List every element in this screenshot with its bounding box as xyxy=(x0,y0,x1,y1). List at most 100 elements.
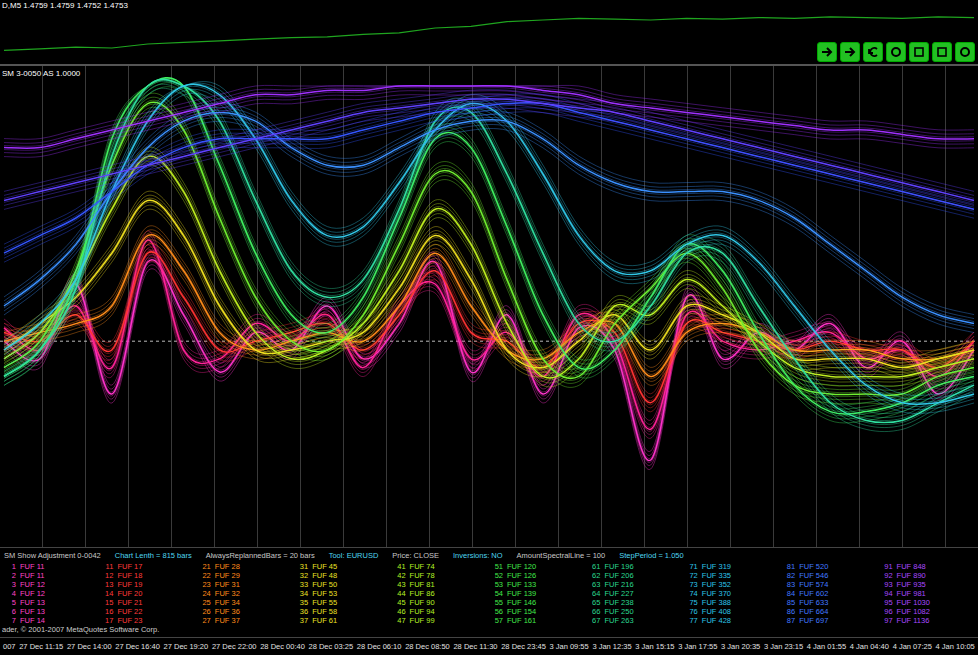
legend-group: 71FUF 31972FUF 33573FUF 35274FUF 37075FU… xyxy=(684,562,781,625)
series-band-line xyxy=(4,195,974,363)
time-label: 3 Jan 09:55 xyxy=(550,642,589,651)
series-band-line xyxy=(4,88,974,431)
legend-row: 51FUF 120 xyxy=(489,562,586,571)
toolbar-button[interactable] xyxy=(817,42,837,62)
legend-row: 41FUF 74 xyxy=(392,562,489,571)
series-band-line xyxy=(4,269,974,470)
series-band-line xyxy=(4,93,974,413)
legend-row: 65FUF 238 xyxy=(586,598,683,607)
series-line xyxy=(4,84,974,404)
legend-row: 4FUF 12 xyxy=(2,589,99,598)
legend-row: 15FUF 21 xyxy=(99,598,196,607)
legend-row: 21FUF 28 xyxy=(197,562,294,571)
legend-row: 61FUF 196 xyxy=(586,562,683,571)
legend-row: 1FUF 11 xyxy=(2,562,99,571)
legend-row: 71FUF 319 xyxy=(684,562,781,571)
legend-row: 22FUF 29 xyxy=(197,571,294,580)
toolbar-button[interactable] xyxy=(840,42,860,62)
legend-row: 96FUF 1082 xyxy=(879,607,976,616)
series-line xyxy=(4,112,974,323)
legend-group: 11FUF 1712FUF 1813FUF 1914FUF 2015FUF 21… xyxy=(99,562,196,625)
legend: 1FUF 112FUF 113FUF 124FUF 125FUF 136FUF … xyxy=(0,562,978,637)
time-label: 27 Dec 22:00 xyxy=(212,642,257,651)
forward-icon xyxy=(843,45,857,59)
series-line xyxy=(4,86,974,149)
time-label: 3 Jan 20:35 xyxy=(721,642,760,651)
info-item: Price: CLOSE xyxy=(392,551,439,560)
time-label: 28 Dec 06:10 xyxy=(357,642,402,651)
time-label: 28 Dec 08:50 xyxy=(405,642,450,651)
spectral-series xyxy=(4,231,974,438)
series-band-line xyxy=(4,88,974,151)
time-label: 3 Jan 17:55 xyxy=(678,642,717,651)
toolbar-button[interactable] xyxy=(886,42,906,62)
legend-row: 92FUF 890 xyxy=(879,571,976,580)
series-band-line xyxy=(4,117,974,328)
legend-row: 5FUF 13 xyxy=(2,598,99,607)
legend-row: 67FUF 263 xyxy=(586,616,683,625)
legend-row: 83FUF 574 xyxy=(781,580,878,589)
series-band-line xyxy=(4,247,974,398)
time-label: 27 Dec 11:15 xyxy=(19,642,63,651)
info-bar: SM Show Adjustment 0-0042 Chart Lenth = 8… xyxy=(0,548,978,562)
spectral-indicator: SM 3-0050 AS 1.0000 xyxy=(0,66,978,548)
time-label: 28 Dec 00:40 xyxy=(260,642,305,651)
legend-row: 54FUF 139 xyxy=(489,589,586,598)
toolbar-button[interactable] xyxy=(863,42,883,62)
spectral-series xyxy=(4,78,974,423)
time-label: 3 Jan 15:15 xyxy=(635,642,674,651)
series-band-line xyxy=(4,110,974,321)
legend-row: 24FUF 32 xyxy=(197,589,294,598)
indicator-title: SM 3-0050 AS 1.0000 xyxy=(2,69,80,78)
legend-group: 1FUF 112FUF 113FUF 124FUF 125FUF 136FUF … xyxy=(2,562,99,625)
legend-group: 81FUF 52082FUF 54683FUF 57484FUF 60285FU… xyxy=(781,562,878,625)
legend-row: 72FUF 335 xyxy=(684,571,781,580)
spectral-series xyxy=(4,82,974,414)
info-item: Chart Lenth = 815 bars xyxy=(115,551,192,560)
series-band-line xyxy=(4,80,974,416)
legend-row: 13FUF 19 xyxy=(99,580,196,589)
legend-row: 86FUF 664 xyxy=(781,607,878,616)
time-label: 3 Jan 12:35 xyxy=(592,642,631,651)
legend-row: 42FUF 78 xyxy=(392,571,489,580)
legend-row: 47FUF 99 xyxy=(392,616,489,625)
legend-group: 21FUF 2822FUF 2923FUF 3124FUF 3225FUF 34… xyxy=(197,562,294,625)
info-item: AmountSpectralLine = 100 xyxy=(517,551,606,560)
series-band-line xyxy=(4,191,974,359)
legend-row: 16FUF 22 xyxy=(99,607,196,616)
time-label: 27 Dec 16:40 xyxy=(115,642,160,651)
series-band-line xyxy=(4,86,974,406)
legend-row: 82FUF 546 xyxy=(781,571,878,580)
legend-row: 91FUF 848 xyxy=(879,562,976,571)
price-chart: D,M5 1.4759 1.4759 1.4752 1.4753 xyxy=(0,0,978,66)
info-item: SM Show Adjustment 0-0042 xyxy=(4,551,101,560)
legend-row: 97FUF 1136 xyxy=(879,616,976,625)
legend-group: 31FUF 4532FUF 4833FUF 5034FUF 5335FUF 55… xyxy=(294,562,391,625)
spectral-series xyxy=(4,85,974,157)
time-label: 3 Jan 23:15 xyxy=(764,642,803,651)
legend-row: 85FUF 633 xyxy=(781,598,878,607)
legend-group: 41FUF 7442FUF 7843FUF 8144FUF 8645FUF 90… xyxy=(392,562,489,625)
forward-icon xyxy=(820,45,834,59)
circle-icon xyxy=(958,45,972,59)
legend-row: 52FUF 126 xyxy=(489,571,586,580)
toolbar-button[interactable] xyxy=(909,42,929,62)
toolbar-button[interactable] xyxy=(932,42,952,62)
series-band-line xyxy=(4,90,974,192)
legend-row: 55FUF 146 xyxy=(489,598,586,607)
legend-row: 63FUF 216 xyxy=(586,580,683,589)
series-band-line xyxy=(4,85,974,139)
series-band-line xyxy=(4,107,974,400)
legend-row: 3FUF 12 xyxy=(2,580,99,589)
box-icon xyxy=(912,45,926,59)
legend-group: 61FUF 19662FUF 20663FUF 21664FUF 22765FU… xyxy=(586,562,683,625)
circle-icon xyxy=(889,45,903,59)
legend-row: 35FUF 55 xyxy=(294,598,391,607)
legend-row: 25FUF 34 xyxy=(197,598,294,607)
series-line xyxy=(4,260,974,461)
series-band-line xyxy=(4,112,974,262)
legend-row: 74FUF 370 xyxy=(684,589,781,598)
toolbar-button[interactable] xyxy=(955,42,975,62)
series-line xyxy=(4,79,974,422)
box-icon xyxy=(935,45,949,59)
